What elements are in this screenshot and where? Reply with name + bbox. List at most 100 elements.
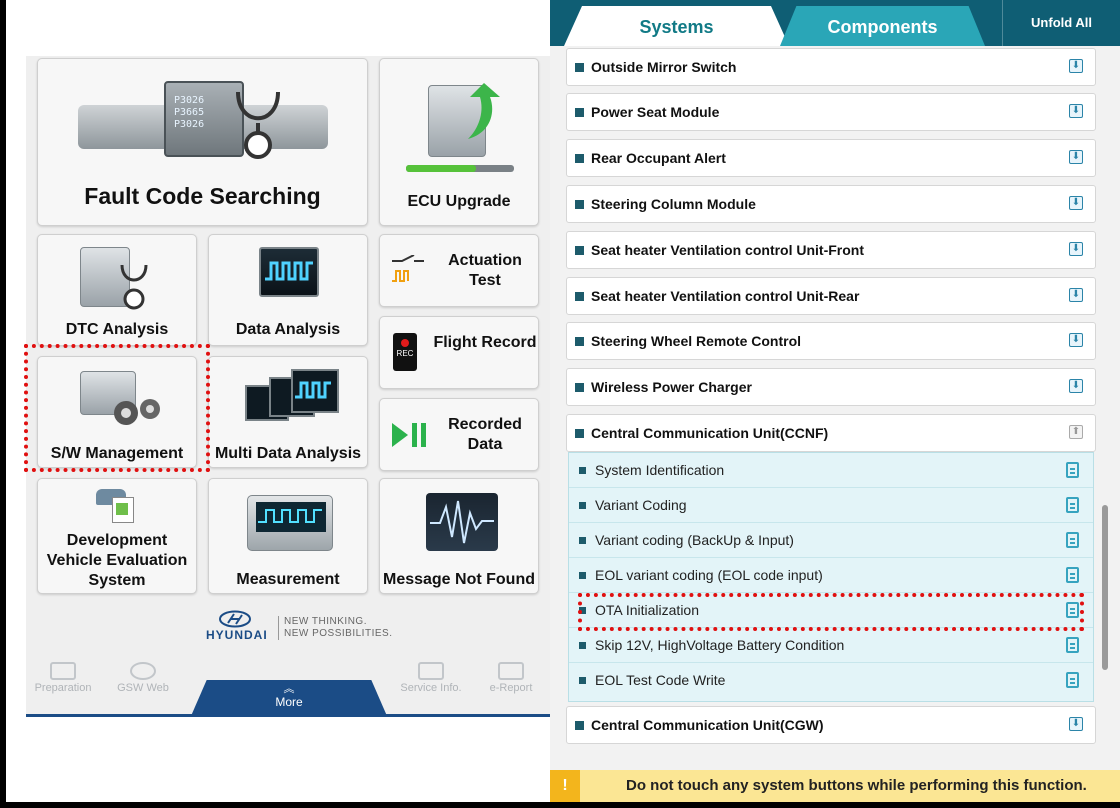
expand-down-icon[interactable]: ⬇ bbox=[1069, 333, 1083, 347]
item-bullet bbox=[579, 572, 586, 579]
system-row[interactable]: Central Communication Unit(CGW) ⬇ bbox=[566, 706, 1096, 744]
system-row-label: Seat heater Ventilation control Unit-Fro… bbox=[591, 242, 865, 258]
bottom-nav: Preparation GSW Web ︽ More Service Info.… bbox=[26, 662, 550, 716]
hyundai-logo-icon bbox=[219, 610, 251, 628]
frame-bottom-border bbox=[0, 802, 1120, 808]
unfold-all-button[interactable]: Unfold All bbox=[1002, 0, 1120, 46]
function-label: Variant coding (BackUp & Input) bbox=[595, 532, 794, 548]
system-row[interactable]: Steering Wheel Remote Control ⬇ bbox=[566, 322, 1096, 360]
fault-code-illustration-icon: P3026 P3665 P3026 bbox=[78, 81, 328, 161]
system-row-expanded[interactable]: Central Communication Unit(CCNF) ⬆ bbox=[566, 414, 1096, 452]
function-item[interactable]: Variant coding (BackUp & Input) bbox=[569, 523, 1093, 558]
system-row-label: Central Communication Unit(CGW) bbox=[591, 717, 824, 733]
row-bullet bbox=[575, 721, 584, 730]
row-bullet bbox=[575, 337, 584, 346]
document-icon bbox=[1066, 532, 1079, 548]
item-bullet bbox=[579, 467, 586, 474]
data-analysis-icon bbox=[259, 247, 319, 297]
recorded-data-label: Recorded Data bbox=[448, 416, 522, 453]
expand-down-icon[interactable]: ⬇ bbox=[1069, 288, 1083, 302]
row-bullet bbox=[575, 63, 584, 72]
car-search-icon bbox=[50, 662, 76, 680]
function-label: Variant Coding bbox=[595, 497, 687, 513]
system-row[interactable]: Steering Column Module ⬇ bbox=[566, 185, 1096, 223]
expand-down-icon[interactable]: ⬇ bbox=[1069, 150, 1083, 164]
system-row[interactable]: Seat heater Ventilation control Unit-Rea… bbox=[566, 277, 1096, 315]
expand-down-icon[interactable]: ⬇ bbox=[1069, 242, 1083, 256]
expand-down-icon[interactable]: ⬇ bbox=[1069, 104, 1083, 118]
nav-gsw-web[interactable]: GSW Web bbox=[98, 650, 188, 712]
item-bullet bbox=[579, 537, 586, 544]
multi-data-analysis-label: Multi Data Analysis bbox=[214, 445, 362, 462]
system-row[interactable]: Rear Occupant Alert ⬇ bbox=[566, 139, 1096, 177]
warning-icon: ! bbox=[550, 770, 580, 802]
system-row-label: Wireless Power Charger bbox=[591, 379, 752, 395]
function-item[interactable]: Skip 12V, HighVoltage Battery Condition bbox=[569, 628, 1093, 663]
item-bullet bbox=[579, 642, 586, 649]
voice-wave-icon bbox=[426, 493, 498, 551]
actuation-test-tile[interactable]: Actuation Test bbox=[379, 234, 539, 307]
ecu-upgrade-label: ECU Upgrade bbox=[407, 193, 511, 210]
system-row[interactable]: Seat heater Ventilation control Unit-Fro… bbox=[566, 231, 1096, 269]
flight-record-tile[interactable]: REC Flight Record bbox=[379, 316, 539, 389]
nav-service-info[interactable]: Service Info. bbox=[386, 650, 476, 712]
report-icon bbox=[498, 662, 524, 680]
row-bullet bbox=[575, 154, 584, 163]
list-scrollbar[interactable] bbox=[1102, 505, 1108, 670]
nav-more[interactable]: ︽ More bbox=[191, 680, 387, 716]
nav-preparation-label: Preparation bbox=[34, 682, 92, 694]
ccnf-function-list: System Identification Variant Coding Var… bbox=[568, 452, 1094, 702]
expand-down-icon[interactable]: ⬇ bbox=[1069, 379, 1083, 393]
gds-menu-panel: P3026 P3665 P3026 Fault Code Searching ECU… bbox=[24, 56, 550, 717]
tab-systems[interactable]: Systems bbox=[564, 6, 789, 46]
system-row[interactable]: Wireless Power Charger ⬇ bbox=[566, 368, 1096, 406]
message-not-found-tile[interactable]: Message Not Found bbox=[379, 478, 539, 594]
expand-down-icon[interactable]: ⬇ bbox=[1069, 59, 1083, 73]
measurement-tile[interactable]: Measurement bbox=[208, 478, 368, 594]
dev-vehicle-evaluation-tile[interactable]: Development Vehicle Evaluation System bbox=[37, 478, 197, 594]
system-row[interactable]: Outside Mirror Switch ⬇ bbox=[566, 48, 1096, 86]
function-item[interactable]: EOL variant coding (EOL code input) bbox=[569, 558, 1093, 593]
sw-management-highlight bbox=[24, 344, 210, 472]
dtc-analysis-tile[interactable]: DTC Analysis bbox=[37, 234, 197, 346]
tab-components[interactable]: Components bbox=[780, 6, 985, 46]
measurement-label: Measurement bbox=[236, 571, 340, 588]
warning-text: Do not touch any system buttons while pe… bbox=[626, 777, 1087, 794]
row-bullet bbox=[575, 429, 584, 438]
nav-preparation[interactable]: Preparation bbox=[18, 650, 108, 712]
nav-gsw-web-label: GSW Web bbox=[117, 682, 169, 694]
row-bullet bbox=[575, 200, 584, 209]
oscilloscope-icon bbox=[247, 495, 333, 551]
system-row-label: Power Seat Module bbox=[591, 104, 720, 120]
expand-down-icon[interactable]: ⬇ bbox=[1069, 717, 1083, 731]
play-pause-icon bbox=[392, 423, 426, 447]
row-bullet bbox=[575, 108, 584, 117]
nav-more-label: More bbox=[275, 695, 303, 709]
nav-service-info-label: Service Info. bbox=[400, 682, 462, 694]
system-row-label: Steering Column Module bbox=[591, 196, 756, 212]
row-bullet bbox=[575, 246, 584, 255]
system-list-panel: Systems Components Unfold All Outside Mi… bbox=[550, 0, 1120, 808]
ota-initialization-highlight bbox=[578, 593, 1084, 631]
warning-banner: ! Do not touch any system buttons while … bbox=[550, 770, 1120, 802]
document-icon bbox=[1066, 637, 1079, 653]
data-analysis-tile[interactable]: Data Analysis bbox=[208, 234, 368, 346]
collapse-up-icon[interactable]: ⬆ bbox=[1069, 425, 1083, 439]
function-item[interactable]: System Identification bbox=[569, 453, 1093, 488]
multi-data-analysis-tile[interactable]: Multi Data Analysis bbox=[208, 356, 368, 468]
row-bullet bbox=[575, 383, 584, 392]
function-item[interactable]: Variant Coding bbox=[569, 488, 1093, 523]
expand-down-icon[interactable]: ⬇ bbox=[1069, 196, 1083, 210]
recorded-data-tile[interactable]: Recorded Data bbox=[379, 398, 539, 471]
actuation-switch-icon bbox=[392, 255, 424, 282]
document-icon bbox=[1066, 567, 1079, 583]
item-bullet bbox=[579, 677, 586, 684]
system-row[interactable]: Power Seat Module ⬇ bbox=[566, 93, 1096, 131]
function-item[interactable]: EOL Test Code Write bbox=[569, 663, 1093, 698]
nav-e-report[interactable]: e-Report bbox=[466, 650, 556, 712]
fault-code-searching-tile[interactable]: P3026 P3665 P3026 Fault Code Searching bbox=[37, 58, 368, 226]
ecu-upgrade-tile[interactable]: ECU Upgrade bbox=[379, 58, 539, 226]
gsw-icon bbox=[130, 662, 156, 680]
system-row-label: Seat heater Ventilation control Unit-Rea… bbox=[591, 288, 860, 304]
actuation-test-label: Actuation Test bbox=[448, 252, 522, 289]
